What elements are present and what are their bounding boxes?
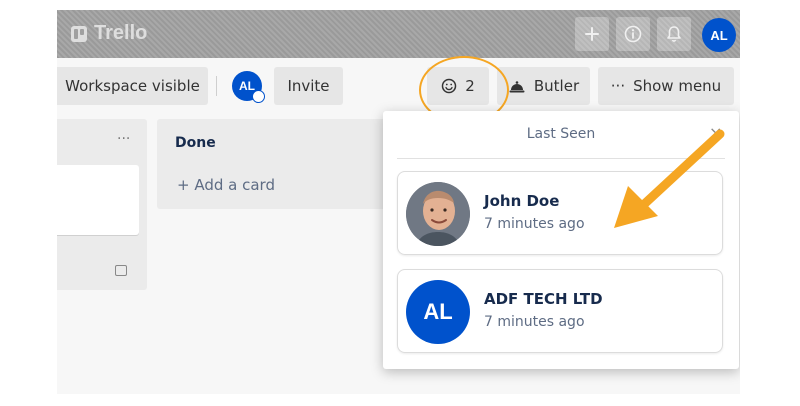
add-card-button[interactable]: + Add a card (177, 176, 275, 194)
person-name: ADF TECH LTD (484, 290, 603, 308)
create-button[interactable] (575, 17, 609, 51)
card-template-icon (115, 265, 127, 276)
user-avatar[interactable]: AL (702, 18, 736, 52)
trello-logo[interactable]: Trello (71, 22, 147, 45)
list-card[interactable] (57, 165, 139, 235)
butler-label: Butler (533, 77, 580, 95)
butler-bell-icon (509, 81, 525, 93)
bell-icon (667, 26, 681, 42)
member-initials: AL (239, 79, 255, 93)
annotation-arrow-icon (614, 129, 725, 228)
admin-badge-icon (252, 90, 265, 103)
butler-button[interactable]: Butler (497, 67, 590, 105)
last-seen-time: 7 minutes ago (484, 216, 585, 232)
list-previous: ··· (57, 119, 147, 290)
workspace-visible-button[interactable]: Workspace visible (57, 67, 208, 105)
info-button[interactable] (616, 17, 650, 51)
member-avatar[interactable]: AL (232, 71, 265, 103)
person-initials-avatar: AL (406, 280, 470, 344)
trello-board-icon (71, 25, 87, 42)
top-header: Trello AL (57, 10, 740, 58)
more-dots-icon: ··· (610, 77, 626, 95)
last-seen-time: 7 minutes ago (484, 314, 585, 330)
show-menu-button[interactable]: ··· Show menu (598, 67, 734, 105)
show-menu-label: Show menu (633, 77, 722, 95)
person-photo-avatar (406, 182, 470, 246)
info-icon (624, 25, 642, 43)
brand-name: Trello (94, 22, 148, 44)
notifications-button[interactable] (657, 17, 691, 51)
invite-label: Invite (287, 77, 330, 95)
toolbar-divider (216, 76, 217, 96)
list-title[interactable]: Done (175, 135, 216, 151)
face-portrait-icon (406, 182, 470, 246)
workspace-visible-label: Workspace visible (65, 77, 200, 95)
person-card[interactable]: AL ADF TECH LTD 7 minutes ago (397, 269, 723, 353)
person-name: John Doe (484, 192, 560, 210)
plus-icon (585, 27, 599, 41)
invite-button[interactable]: Invite (274, 67, 343, 105)
list-menu-icon[interactable]: ··· (117, 131, 130, 147)
